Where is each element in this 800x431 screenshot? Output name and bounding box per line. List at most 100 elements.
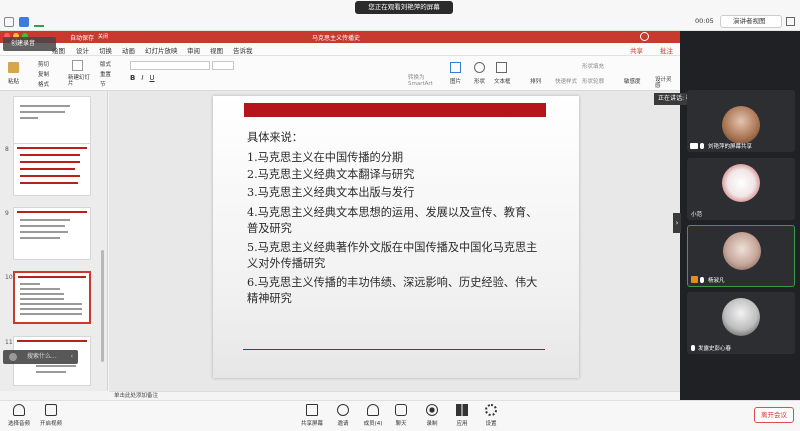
gear-icon bbox=[485, 404, 497, 416]
share-button[interactable]: 共享 bbox=[630, 45, 643, 55]
arrange-button[interactable]: 排列 bbox=[530, 77, 541, 85]
comment-button[interactable]: 批注 bbox=[660, 45, 673, 55]
slide-text-line: 4.马克思主义经典文本思想的运用、发展以及宣传、教育、 bbox=[247, 206, 538, 219]
participant-name: 发露史彭心春 bbox=[698, 346, 732, 352]
shield-icon[interactable] bbox=[19, 17, 29, 27]
participant-tile[interactable]: 刘艳萍的屏幕共享 bbox=[687, 90, 795, 152]
avatar bbox=[723, 232, 761, 270]
invite-label: 邀请 bbox=[337, 421, 349, 427]
slide-text-line: 3.马克思主义经典文本出版与发行 bbox=[247, 186, 415, 199]
shape-fill-button[interactable]: 形状填充 bbox=[582, 62, 604, 70]
new-slide-icon[interactable] bbox=[72, 60, 83, 71]
layout-button[interactable]: 版式 bbox=[100, 60, 111, 68]
record-label: 录制 bbox=[426, 421, 438, 427]
menu-slideshow[interactable]: 幻灯片放映 bbox=[145, 45, 178, 55]
slide-text-line: 精神研究 bbox=[247, 292, 292, 305]
participant-name: 杨淑凡 bbox=[708, 278, 725, 284]
menu-review[interactable]: 审阅 bbox=[187, 45, 200, 55]
record-button[interactable]: 录制 bbox=[417, 404, 447, 427]
copy-button[interactable]: 复制 bbox=[38, 70, 49, 78]
picture-label[interactable]: 图片 bbox=[450, 77, 461, 85]
autosave-label: 自动保存 bbox=[70, 35, 95, 42]
settings-button[interactable]: 设置 bbox=[476, 404, 506, 427]
menu-tell-me[interactable]: 告诉我 bbox=[233, 45, 253, 55]
slide-number: 11 bbox=[5, 339, 13, 346]
picture-icon[interactable] bbox=[450, 62, 461, 73]
cut-button[interactable]: 剪切 bbox=[38, 60, 49, 68]
new-slide-label[interactable]: 新建幻灯片 bbox=[68, 75, 90, 87]
signal-icon[interactable] bbox=[34, 17, 44, 27]
slide-footer-line bbox=[243, 349, 545, 350]
sensitivity-button[interactable]: 敏感度 bbox=[624, 77, 641, 85]
participant-name: 小范 bbox=[691, 212, 703, 218]
paste-label[interactable]: 粘贴 bbox=[8, 77, 19, 85]
slide-thumbnail-selected[interactable] bbox=[13, 271, 91, 324]
add-person-icon bbox=[337, 404, 349, 416]
audio-button[interactable]: 选择音频 bbox=[4, 404, 34, 427]
leave-meeting-button[interactable]: 离开会议 bbox=[754, 407, 794, 423]
menu-transitions[interactable]: 切换 bbox=[99, 45, 112, 55]
search-chip[interactable]: 搜索什么... ‹ bbox=[3, 350, 78, 364]
reset-button[interactable]: 重置 bbox=[100, 70, 111, 78]
audio-label: 选择音频 bbox=[7, 421, 30, 427]
info-icon[interactable] bbox=[4, 17, 14, 27]
video-button[interactable]: 开启视频 bbox=[36, 404, 66, 427]
font-format-row[interactable]: BIU bbox=[130, 74, 240, 83]
camera-off-icon bbox=[45, 404, 57, 416]
slide-title-bar bbox=[244, 103, 546, 117]
paragraph-group[interactable] bbox=[270, 61, 390, 83]
slide-thumbnail[interactable] bbox=[13, 143, 91, 196]
paste-icon[interactable] bbox=[8, 62, 19, 73]
participant-name: 刘艳萍的屏幕共享 bbox=[708, 144, 753, 150]
chevron-left-icon[interactable]: ‹ bbox=[71, 350, 73, 364]
font-name-field[interactable] bbox=[130, 61, 210, 70]
share-screen-label: 共享屏幕 bbox=[300, 421, 323, 427]
notes-field[interactable]: 单击此处添加备注 bbox=[109, 391, 680, 400]
fullscreen-icon[interactable] bbox=[786, 17, 795, 26]
microphone-icon bbox=[700, 143, 704, 149]
members-label: 成员(4) bbox=[363, 421, 383, 427]
avatar bbox=[722, 298, 760, 336]
headphone-icon bbox=[13, 404, 25, 416]
participant-tile[interactable]: 发露史彭心春 bbox=[687, 292, 795, 354]
speaker-view-button[interactable]: 演讲者视图 bbox=[720, 15, 782, 28]
record-icon bbox=[426, 404, 438, 416]
ppt-title-bar: 自动保存 关闭 马克思主义传播史 bbox=[0, 31, 680, 43]
textbox-icon[interactable] bbox=[496, 62, 507, 73]
chat-button[interactable]: 聊天 bbox=[386, 404, 416, 427]
font-size-field[interactable] bbox=[212, 61, 234, 70]
apps-button[interactable]: 应用 bbox=[447, 404, 477, 427]
chat-icon bbox=[395, 404, 407, 416]
shape-label[interactable]: 形状 bbox=[474, 77, 485, 85]
shape-outline-button[interactable]: 形状轮廓 bbox=[582, 77, 604, 85]
thumbnail-scrollbar[interactable] bbox=[101, 250, 104, 362]
format-painter-button[interactable]: 格式 bbox=[38, 80, 49, 88]
collapse-panel-tab[interactable]: › bbox=[673, 213, 681, 233]
participant-tile[interactable]: 小范 bbox=[687, 158, 795, 220]
members-button[interactable]: 成员(4) bbox=[358, 404, 388, 427]
chat-label: 聊天 bbox=[395, 421, 407, 427]
slide-thumbnail[interactable] bbox=[13, 207, 91, 260]
record-audio-chip[interactable]: 创建录音 bbox=[3, 37, 56, 51]
participant-tile-active[interactable]: 杨淑凡 bbox=[687, 225, 795, 287]
section-button[interactable]: 节 bbox=[100, 80, 106, 88]
invite-button[interactable]: 邀请 bbox=[328, 404, 358, 427]
share-screen-button[interactable]: 共享屏幕 bbox=[297, 404, 327, 427]
menu-view[interactable]: 视图 bbox=[210, 45, 223, 55]
slide-text-line: 5.马克思主义经典著作外文版在中国传播及中国化马克思主 bbox=[247, 241, 538, 254]
quick-style-button[interactable]: 快速样式 bbox=[555, 77, 577, 85]
menu-animations[interactable]: 动画 bbox=[122, 45, 135, 55]
search-icon[interactable] bbox=[640, 32, 649, 41]
video-label: 开启视频 bbox=[39, 421, 62, 427]
slide-thumbnail[interactable] bbox=[13, 96, 91, 149]
microphone-icon bbox=[691, 345, 695, 351]
slide-text-line: 2.马克思主义经典文本翻译与研究 bbox=[247, 168, 415, 181]
slide-number: 9 bbox=[5, 210, 9, 217]
shape-icon[interactable] bbox=[474, 62, 485, 73]
convert-smartart-button[interactable]: 转换为SmartArt bbox=[408, 75, 438, 87]
slide-number: 10 bbox=[5, 274, 13, 281]
textbox-label[interactable]: 文本框 bbox=[494, 77, 511, 85]
autosave-toggle[interactable]: 关闭 bbox=[98, 33, 108, 40]
designer-button[interactable]: 设计灵感 bbox=[655, 77, 675, 89]
menu-design[interactable]: 设计 bbox=[76, 45, 89, 55]
